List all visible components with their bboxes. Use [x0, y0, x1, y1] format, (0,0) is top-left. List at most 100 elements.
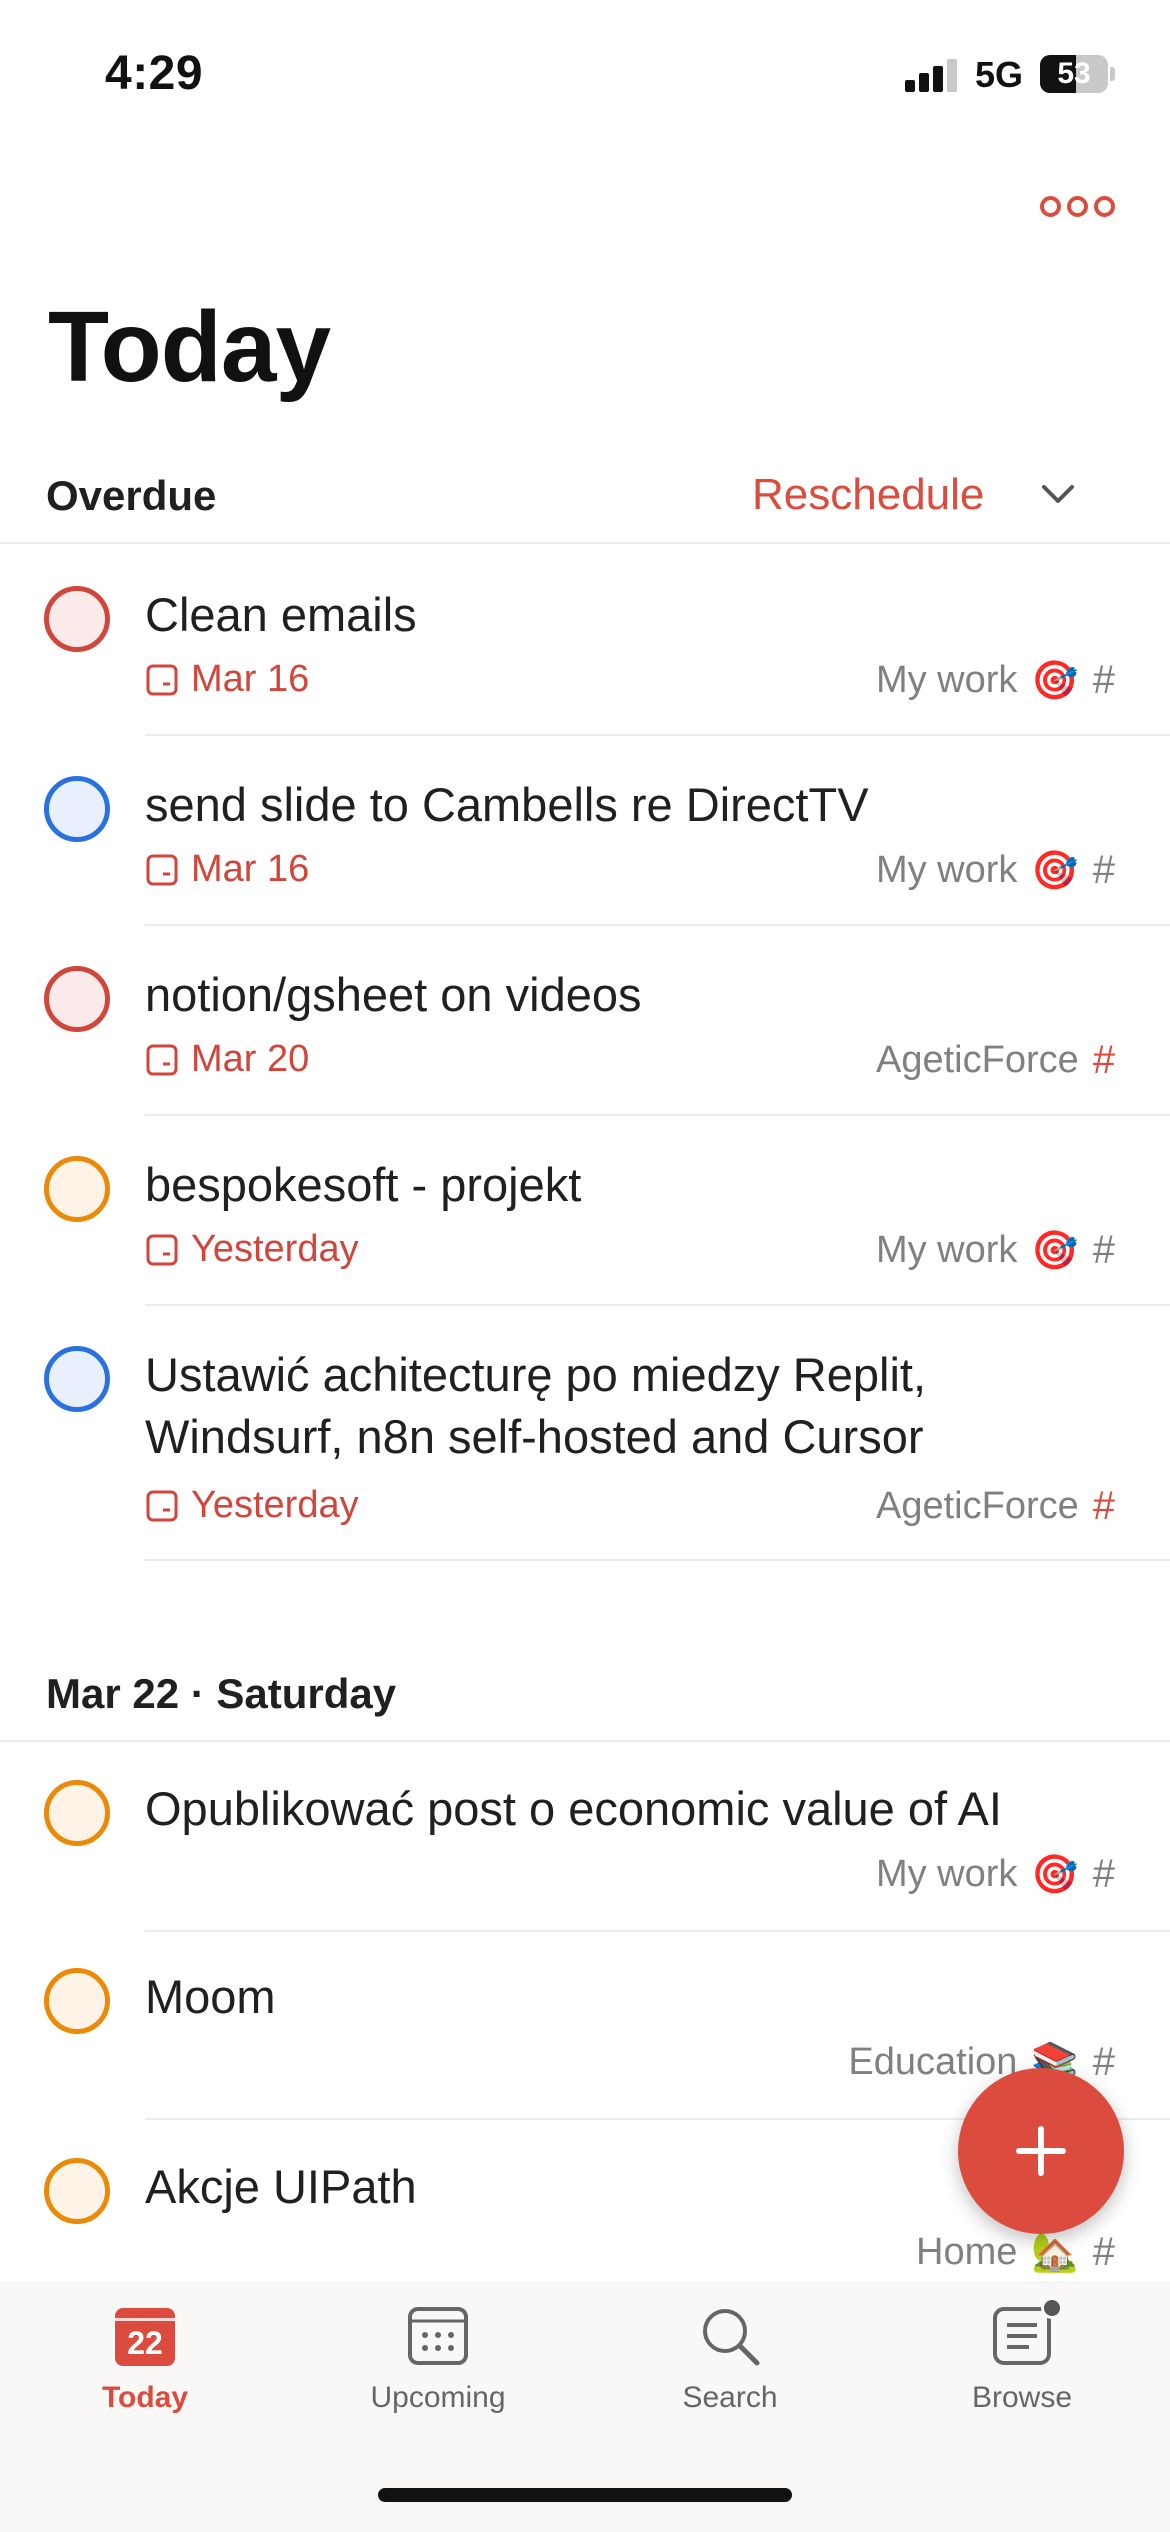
task-row[interactable]: Clean emails Mar 16 My work 🎯 # — [0, 546, 1170, 736]
task-row[interactable]: Ustawić achitecturę po miedzy Replit, Wi… — [0, 1306, 1170, 1561]
battery-cap — [1110, 67, 1115, 81]
task-project[interactable]: AgeticForce # — [876, 1484, 1115, 1529]
hash-icon: # — [1092, 2040, 1115, 2084]
house-icon: 🏡 — [1031, 2231, 1079, 2274]
task-title: bespokesoft - projekt — [145, 1158, 582, 1211]
plus-icon — [1016, 2126, 1066, 2176]
calendar-icon — [146, 1490, 178, 1521]
hash-icon: # — [1092, 1038, 1115, 1082]
task-title: notion/gsheet on videos — [145, 968, 642, 1021]
tab-search[interactable]: Search — [630, 2303, 830, 2415]
overdue-title: Overdue — [46, 472, 217, 519]
day-section-header: Mar 22 · Saturday — [0, 1632, 1170, 1742]
task-due-date: Yesterday — [145, 1228, 359, 1271]
task-date-text: Yesterday — [191, 1228, 359, 1270]
task-checkbox[interactable] — [44, 586, 110, 652]
project-name: My work — [875, 849, 1018, 891]
task-title: Akcje UIPath — [145, 2160, 417, 2213]
hash-icon: # — [1092, 848, 1115, 892]
task-title: Moom — [145, 1970, 276, 2023]
calendar-today-icon: 22 — [112, 2303, 178, 2369]
chevron-down-icon[interactable] — [1040, 476, 1076, 512]
target-icon: 🎯 — [1031, 1229, 1079, 1272]
task-project[interactable]: Home 🏡 # — [916, 2230, 1115, 2275]
tab-upcoming[interactable]: Upcoming — [338, 2303, 538, 2415]
today-screen: 4:29 5G 53 Today Overdue Reschedule Clea… — [0, 0, 1170, 2532]
project-name: Home — [916, 2231, 1018, 2273]
task-checkbox[interactable] — [44, 1968, 110, 2034]
task-project[interactable]: My work 🎯 # — [876, 848, 1115, 893]
more-dot-icon — [1067, 195, 1088, 217]
home-indicator — [378, 2488, 792, 2502]
battery-icon: 53 — [1040, 55, 1108, 93]
today-badge-number: 22 — [127, 2325, 163, 2361]
task-due-date: Mar 20 — [145, 1038, 309, 1081]
task-project[interactable]: AgeticForce # — [876, 1038, 1115, 1083]
project-name: My work — [875, 1229, 1018, 1271]
tab-label: Search — [682, 2381, 778, 2414]
task-date-text: Yesterday — [191, 1484, 359, 1526]
hash-icon: # — [1092, 1852, 1115, 1896]
day-section-title: Mar 22 · Saturday — [46, 1670, 397, 1717]
task-row[interactable]: send slide to Cambells re DirectTV Mar 1… — [0, 736, 1170, 926]
status-bar: 4:29 5G 53 — [0, 0, 1170, 140]
target-icon: 🎯 — [1031, 849, 1079, 892]
calendar-grid-icon — [405, 2303, 471, 2369]
task-checkbox[interactable] — [44, 776, 110, 842]
more-dot-icon — [1040, 195, 1061, 217]
search-icon — [697, 2303, 763, 2369]
project-name: AgeticForce — [876, 1485, 1079, 1527]
overdue-section-header: Overdue Reschedule — [0, 434, 1170, 544]
page-title: Today — [48, 291, 331, 403]
more-options-button[interactable] — [1040, 188, 1120, 224]
network-type: 5G — [975, 54, 1024, 95]
task-checkbox[interactable] — [44, 1156, 110, 1222]
more-dot-icon — [1094, 195, 1115, 217]
task-due-date: Yesterday — [145, 1484, 359, 1527]
task-due-date: Mar 16 — [145, 658, 309, 701]
task-project[interactable]: My work 🎯 # — [876, 1852, 1115, 1897]
target-icon: 🎯 — [1031, 659, 1079, 702]
tab-today[interactable]: 22 Today — [45, 2303, 245, 2415]
task-title: Ustawić achitecturę po miedzy Replit, Wi… — [145, 1348, 927, 1463]
battery-percent: 53 — [1057, 57, 1091, 90]
hash-icon: # — [1092, 658, 1115, 702]
task-title: Clean emails — [145, 588, 417, 641]
calendar-icon — [146, 1234, 178, 1265]
task-checkbox[interactable] — [44, 966, 110, 1032]
task-due-date: Mar 16 — [145, 848, 309, 891]
status-time: 4:29 — [105, 47, 204, 100]
hash-icon: # — [1092, 1228, 1115, 1272]
task-row[interactable]: Opublikować post o economic value of AI … — [0, 1744, 1170, 1934]
tab-label: Browse — [971, 2381, 1073, 2414]
task-project[interactable]: My work 🎯 # — [876, 658, 1115, 703]
task-row[interactable]: bespokesoft - projekt Yesterday My work … — [0, 1116, 1170, 1306]
add-task-button[interactable] — [958, 2068, 1124, 2234]
task-checkbox[interactable] — [44, 1346, 110, 1412]
task-title: send slide to Cambells re DirectTV — [145, 778, 869, 831]
divider — [145, 1559, 1170, 1561]
task-date-text: Mar 16 — [191, 848, 310, 890]
calendar-icon — [146, 664, 178, 695]
project-name: Education — [848, 2041, 1018, 2083]
task-date-text: Mar 16 — [191, 658, 310, 700]
browse-list-icon — [989, 2297, 1063, 2369]
hash-icon: # — [1092, 1484, 1115, 1528]
project-name: AgeticForce — [876, 1039, 1079, 1081]
project-name: My work — [875, 1853, 1018, 1895]
task-checkbox[interactable] — [44, 2158, 110, 2224]
calendar-icon — [146, 1044, 178, 1075]
cellular-signal-icon — [905, 58, 961, 92]
hash-icon: # — [1092, 2230, 1115, 2274]
tab-label: Upcoming — [370, 2381, 506, 2414]
task-title: Opublikować post o economic value of AI — [145, 1782, 1002, 1835]
notification-dot — [1041, 2297, 1063, 2319]
task-checkbox[interactable] — [44, 1780, 110, 1846]
reschedule-button[interactable]: Reschedule — [752, 470, 984, 520]
tab-bar: 22 Today Upcoming Search Browse — [0, 2282, 1170, 2532]
task-row[interactable]: notion/gsheet on videos Mar 20 AgeticFor… — [0, 926, 1170, 1116]
calendar-icon — [146, 854, 178, 885]
tab-browse[interactable]: Browse — [922, 2297, 1122, 2415]
target-icon: 🎯 — [1031, 1853, 1079, 1896]
task-project[interactable]: My work 🎯 # — [876, 1228, 1115, 1273]
